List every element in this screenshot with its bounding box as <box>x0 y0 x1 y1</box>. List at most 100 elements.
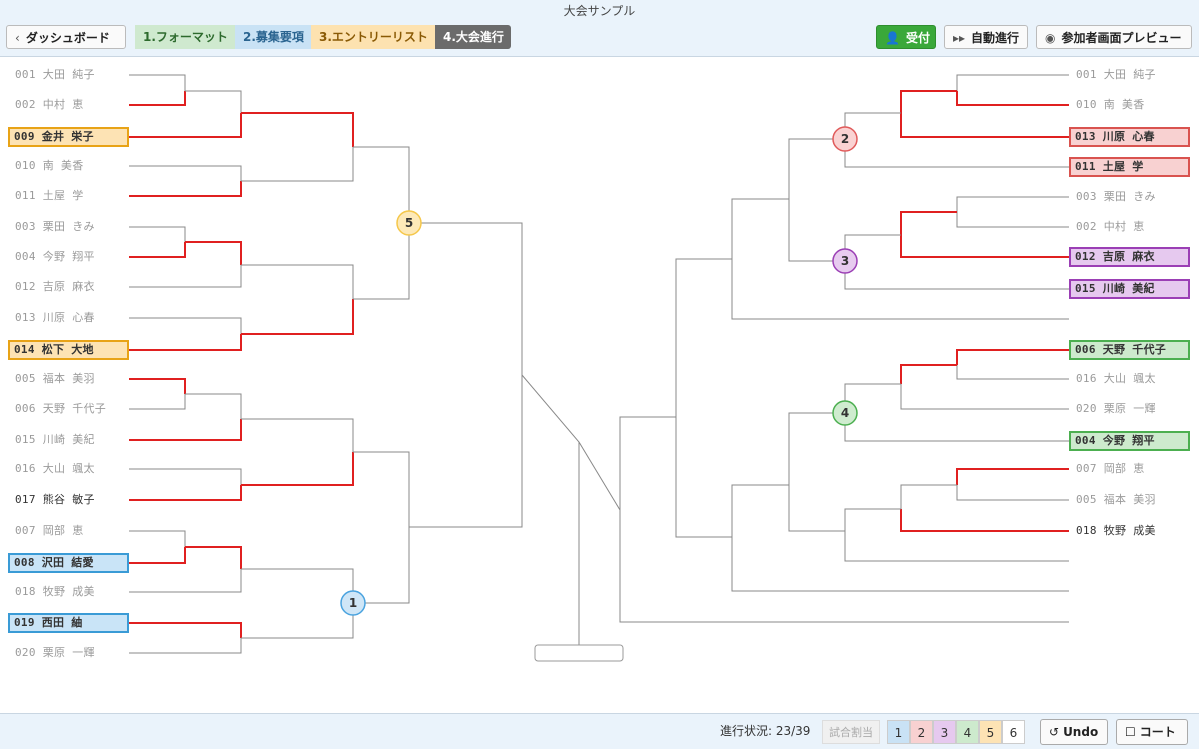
right-player-slot[interactable]: 002 中村 恵 <box>1072 218 1145 236</box>
left-player-slot[interactable]: 003 栗田 きみ <box>11 218 95 236</box>
bracket-line <box>900 484 957 509</box>
court-button-4[interactable]: 4 <box>956 720 979 744</box>
bracket-line <box>241 147 354 182</box>
right-player-slot[interactable]: 015 川崎 美紀 <box>1069 279 1190 299</box>
court-button[interactable]: ☐ コート <box>1116 719 1188 745</box>
bracket-line <box>129 638 242 654</box>
winner-line <box>129 419 242 441</box>
bracket-line <box>409 375 523 528</box>
bracket-line <box>129 468 242 485</box>
bracket-line <box>521 374 580 645</box>
tournament-bracket: 5 1 2 3 4 001 大田 純子 002 中村 恵 009 金井 栄子 010 南 美香… <box>0 57 1199 713</box>
bracket-line <box>788 412 845 485</box>
winner-line <box>129 113 242 138</box>
court-marker-number: 1 <box>349 596 357 610</box>
right-player-slot[interactable]: 012 吉原 麻衣 <box>1069 247 1190 267</box>
bracket-line <box>353 527 410 604</box>
winner-line <box>956 349 1069 365</box>
bracket-line <box>619 416 676 510</box>
bracket-line <box>185 90 242 113</box>
right-player-slot[interactable]: 013 川原 心春 <box>1069 127 1190 147</box>
winner-line <box>129 485 242 501</box>
bracket-line <box>731 537 1069 592</box>
left-player-slot[interactable]: 008 沢田 結愛 <box>8 553 129 573</box>
left-player-slot[interactable]: 019 西田 紬 <box>8 613 129 633</box>
left-player-slot[interactable]: 004 今野 翔平 <box>11 248 95 266</box>
court-button-3[interactable]: 3 <box>933 720 956 744</box>
bracket-line <box>241 264 354 299</box>
court-marker-1[interactable]: 1 <box>340 590 366 616</box>
court-marker-4[interactable]: 4 <box>832 400 858 426</box>
court-marker-5[interactable]: 5 <box>396 210 422 236</box>
left-player-slot[interactable]: 018 牧野 成美 <box>11 583 95 601</box>
left-player-slot[interactable]: 006 天野 千代子 <box>11 400 106 418</box>
court-button-1[interactable]: 1 <box>887 720 910 744</box>
winner-line <box>900 211 957 235</box>
right-player-slot[interactable]: 016 大山 颯太 <box>1072 370 1156 388</box>
court-button-6[interactable]: 6 <box>1002 720 1025 744</box>
court-marker-number: 3 <box>841 254 849 268</box>
left-player-slot[interactable]: 007 岡部 恵 <box>11 522 84 540</box>
step-entry-list-tab[interactable]: 3.エントリーリスト <box>311 25 435 49</box>
left-player-slot[interactable]: 014 松下 大地 <box>8 340 129 360</box>
left-player-slot[interactable]: 002 中村 恵 <box>11 96 84 114</box>
left-player-slot[interactable]: 001 大田 純子 <box>11 66 95 84</box>
participant-preview-button[interactable]: ◉ 参加者画面プレビュー <box>1036 25 1192 49</box>
bracket-line <box>900 384 1069 410</box>
left-player-slot[interactable]: 015 川崎 美紀 <box>11 431 95 449</box>
court-button-5[interactable]: 5 <box>979 720 1002 744</box>
auto-progress-label: 自動進行 <box>971 31 1020 45</box>
court-marker-2[interactable]: 2 <box>832 126 858 152</box>
right-player-slot[interactable]: 005 福本 美羽 <box>1072 491 1156 509</box>
bracket-line <box>844 508 901 531</box>
right-player-slot[interactable]: 020 栗原 一輝 <box>1072 400 1156 418</box>
bottom-bar: 進行状況: 23/39 試合割当 1 2 3 4 5 6 ↺ Undo ☐ コート <box>0 713 1199 749</box>
winner-line <box>956 468 1069 485</box>
court-marker-3[interactable]: 3 <box>832 248 858 274</box>
chevron-left-icon: ‹ <box>15 31 20 45</box>
person-icon: 👤 <box>885 31 900 45</box>
undo-button[interactable]: ↺ Undo <box>1040 719 1108 745</box>
toolbar: ‹ ダッシュボード 1.フォーマット 2.募集要項 3.エントリーリスト 4.大会… <box>0 22 1199 57</box>
preview-label: 参加者画面プレビュー <box>1061 31 1182 45</box>
step-format-tab[interactable]: 1.フォーマット <box>135 25 235 49</box>
bracket-line <box>956 74 1069 91</box>
left-player-slot[interactable]: 017 熊谷 敏子 <box>11 491 95 509</box>
back-to-dashboard-button[interactable]: ‹ ダッシュボード <box>6 25 126 49</box>
court-button-2[interactable]: 2 <box>910 720 933 744</box>
right-player-slot[interactable]: 007 岡部 恵 <box>1072 460 1145 478</box>
left-player-slot[interactable]: 012 吉原 麻衣 <box>11 278 95 296</box>
bracket-line <box>241 603 354 639</box>
bracket-line <box>731 484 789 537</box>
bracket-line <box>353 223 410 300</box>
court-marker-number: 5 <box>405 216 413 230</box>
bracket-line <box>129 74 186 91</box>
step-progress-tab[interactable]: 4.大会進行 <box>435 25 511 49</box>
right-player-slot[interactable]: 006 天野 千代子 <box>1069 340 1190 360</box>
right-player-slot[interactable]: 001 大田 純子 <box>1072 66 1156 84</box>
right-player-slot[interactable]: 003 栗田 きみ <box>1072 188 1156 206</box>
court-icon: ☐ <box>1125 725 1136 739</box>
left-player-slot[interactable]: 009 金井 栄子 <box>8 127 129 147</box>
auto-progress-button[interactable]: ▸▸ 自動進行 <box>944 25 1028 49</box>
right-player-slot[interactable]: 010 南 美香 <box>1072 96 1145 114</box>
step-recruitment-tab[interactable]: 2.募集要項 <box>235 25 311 49</box>
left-player-slot[interactable]: 013 川原 心春 <box>11 309 95 327</box>
left-player-slot[interactable]: 016 大山 颯太 <box>11 460 95 478</box>
reception-button[interactable]: 👤 受付 <box>876 25 936 49</box>
left-player-slot[interactable]: 020 栗原 一輝 <box>11 644 95 662</box>
bracket-line <box>731 198 789 259</box>
court-marker-number: 2 <box>841 132 849 146</box>
bracket-line <box>956 485 1069 501</box>
bracket-line <box>788 485 845 532</box>
left-player-slot[interactable]: 011 土屋 学 <box>11 187 84 205</box>
right-player-slot[interactable]: 004 今野 翔平 <box>1069 431 1190 451</box>
left-player-slot[interactable]: 005 福本 美羽 <box>11 370 95 388</box>
winner-line <box>956 91 1069 106</box>
right-player-slot[interactable]: 011 土屋 学 <box>1069 157 1190 177</box>
right-player-slot[interactable]: 018 牧野 成美 <box>1072 522 1156 540</box>
left-player-slot[interactable]: 010 南 美香 <box>11 157 84 175</box>
undo-icon: ↺ <box>1049 725 1060 739</box>
final-winner-slot[interactable] <box>534 644 624 662</box>
progress-status: 進行状況: 23/39 <box>720 724 811 738</box>
